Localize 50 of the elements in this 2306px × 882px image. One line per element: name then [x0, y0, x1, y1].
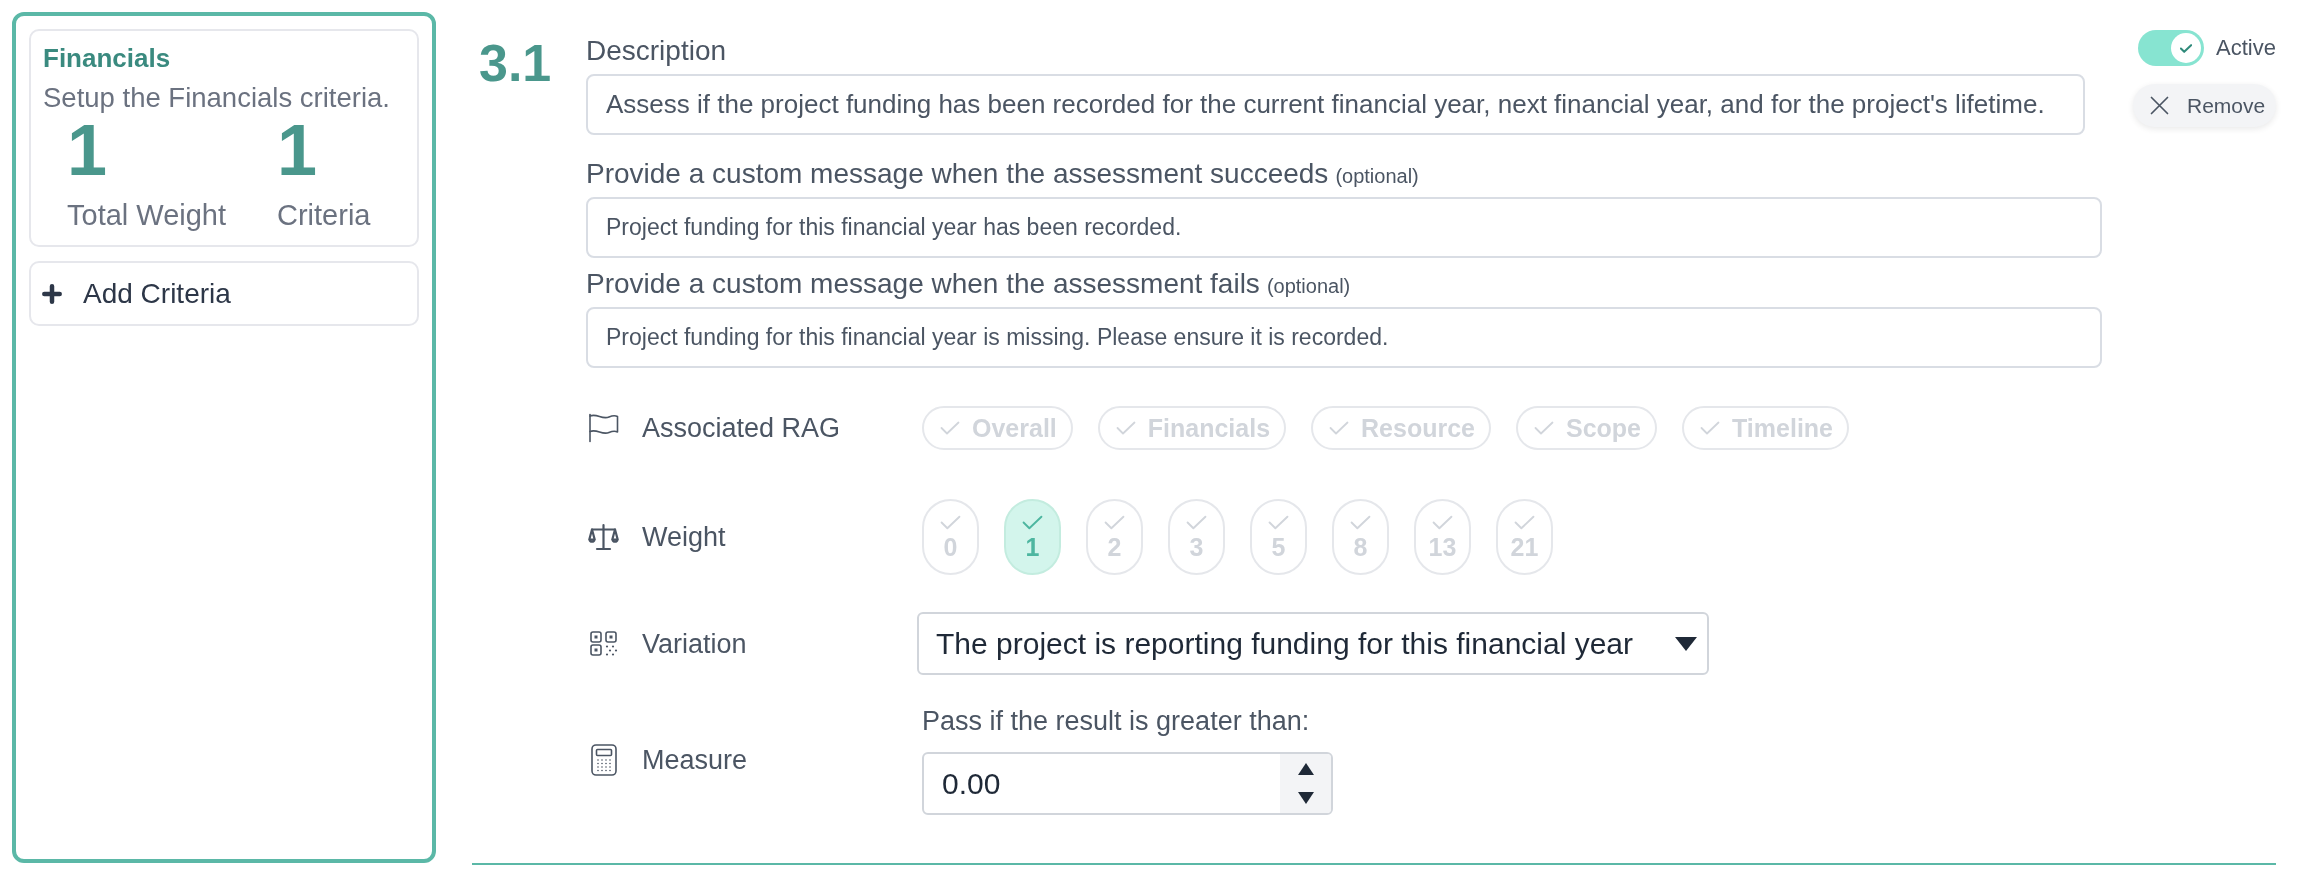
qr-code-icon [589, 630, 618, 657]
stat-value: 1 [67, 114, 108, 186]
active-toggle[interactable] [2138, 30, 2204, 66]
toggle-label: Active [2216, 35, 2276, 61]
stat-value: 1 [277, 114, 318, 186]
optional-note: (optional) [1266, 275, 1351, 298]
scale-icon [588, 523, 619, 551]
check-icon [2180, 43, 2192, 53]
check-icon [1186, 514, 1207, 530]
variation-dropdown[interactable]: The project is reporting funding for this financial year [917, 612, 1709, 675]
measure-caption: Pass if the result is greater than: [922, 705, 1310, 737]
check-icon [1700, 421, 1721, 435]
remove-button[interactable]: Remove [2133, 84, 2276, 127]
number-stepper[interactable] [1280, 754, 1331, 813]
stat-label: Total Weight [67, 199, 227, 231]
check-icon [1514, 514, 1535, 530]
flag-icon [588, 413, 619, 443]
field-label: Provide a custom message when the assessment fails [586, 268, 1260, 300]
field-label: Provide a custom message when the assessment succeeds [586, 158, 1329, 190]
row-label: Measure [642, 744, 748, 776]
card-description: Setup the Financials criteria. [43, 82, 390, 114]
card-title: Financials [43, 42, 171, 74]
check-icon [1104, 514, 1125, 530]
calculator-icon [590, 744, 617, 776]
row-label: Weight [642, 521, 726, 553]
row-label: Variation [642, 627, 747, 660]
message-field[interactable]: Project funding for this financial year is missing. Please ensure it is recorded. [586, 307, 2102, 368]
check-icon [1432, 514, 1453, 530]
description-field[interactable]: Assess if the project funding has been recorded for the current financial year, next financial year, and for the project's lifetime. [586, 74, 2085, 135]
message-field[interactable]: Project funding for this financial year has been recorded. [586, 197, 2102, 258]
criterion-number: 3.1 [479, 36, 552, 90]
add-criteria-button[interactable]: Add Criteria [29, 261, 419, 326]
down-triangle-icon [1297, 792, 1314, 804]
check-icon [1115, 421, 1136, 435]
check-icon [1350, 514, 1371, 530]
check-icon [1022, 514, 1043, 530]
close-icon [2150, 96, 2169, 115]
plus-icon [42, 283, 62, 304]
optional-note: (optional) [1335, 165, 1419, 188]
check-icon [1534, 421, 1554, 435]
up-triangle-icon [1297, 763, 1314, 775]
weight-option[interactable]: 1 [1004, 499, 1061, 575]
field-label: Description [586, 35, 727, 67]
caret-icon [1675, 636, 1697, 651]
check-icon [940, 514, 961, 530]
stat-label: Criteria [277, 199, 371, 231]
row-label: Associated RAG [642, 412, 841, 444]
check-icon [1329, 421, 1350, 435]
check-icon [940, 421, 960, 435]
check-icon [1268, 514, 1289, 530]
